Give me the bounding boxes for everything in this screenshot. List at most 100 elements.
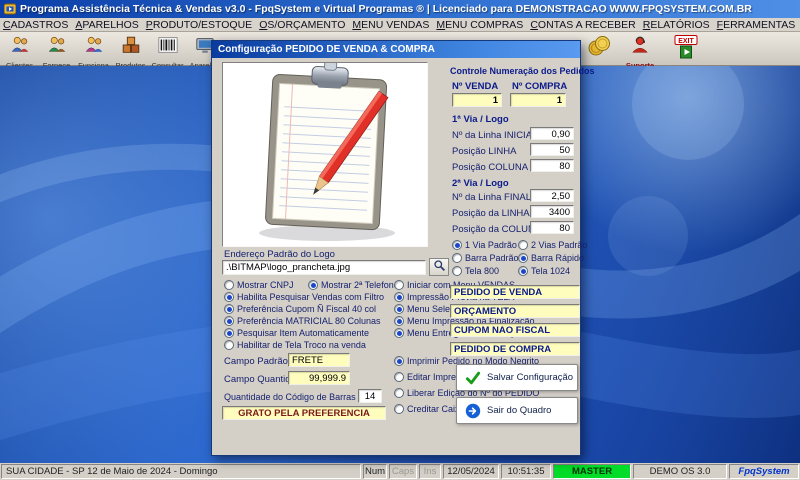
green-check-icon [465,370,481,386]
numero-venda-label: Nº VENDA [452,81,498,92]
radio-icon [224,280,234,290]
radio-icon [394,372,404,382]
status-time: 10:51:35 [501,464,551,479]
via1-posicao-coluna-label: Posição COLUNA [452,162,528,173]
save-config-label: Salvar Configuração [487,372,573,383]
campo-quantidade-input[interactable]: 99,999.9 [288,371,350,385]
status-ins-indicator: Ins [419,464,441,479]
radio-icon [394,404,404,414]
exit-dialog-button[interactable]: Sair do Quadro [456,397,578,424]
numero-compra-input[interactable]: 1 [510,93,566,107]
via2-posicao-linha-label: Posição da LINHA [452,208,530,219]
menu-aparelhos[interactable]: APARELHOS [75,19,138,31]
toolbar-exit-button[interactable]: EXIT [666,33,706,65]
boxes-icon [120,34,142,61]
radio-icon [224,340,234,350]
menu-bar: CADASTROS APARELHOS PRODUTO/ESTOQUE OS/O… [0,18,800,32]
menu-menu-compras[interactable]: MENU COMPRAS [436,19,523,31]
clipboard-image [222,62,428,247]
employees-people-icon [83,34,105,61]
radio-icon [394,292,404,302]
via2-posicao-linha-input[interactable]: 3400 [530,205,574,218]
option-mostrar-cnpj[interactable]: Mostrar CNPJ [224,280,294,290]
status-brand: FpqSystem [729,464,799,479]
browse-logo-button[interactable] [429,258,449,276]
save-config-button[interactable]: Salvar Configuração [456,364,578,391]
option-1-via-padrao[interactable]: 1 Via Padrão [452,240,517,250]
numero-compra-label: Nº COMPRA [512,81,567,92]
campo-padrao-input[interactable]: FRETE [288,353,350,367]
via1-posicao-linha-label: Posição LINHA [452,146,516,157]
campo-barras-label: Quantidade do Código de Barras [224,392,356,402]
option-barra-padrao[interactable]: Barra Padrão [452,253,519,263]
option-tela-800[interactable]: Tela 800 [452,266,499,276]
via1-posicao-coluna-input[interactable]: 80 [530,159,574,172]
via2-posicao-coluna-input[interactable]: 80 [530,221,574,234]
config-dialog: Configuração PEDIDO DE VENDA & COMPRA [211,40,581,456]
option-cupom-nao-fiscal-40col[interactable]: Preferência Cupom Ñ Fiscal 40 col [224,304,376,314]
radio-icon [452,266,462,276]
blue-arrow-icon [465,403,481,419]
radio-icon [518,253,528,263]
menu-relatorios[interactable]: RELATÓRIOS [643,19,710,31]
menu-contas-a-receber[interactable]: CONTAS A RECEBER [530,19,635,31]
option-pesquisar-item-automaticamente[interactable]: Pesquisar Item Automaticamente [224,328,369,338]
option-matricial-80-colunas[interactable]: Preferência MATRICIAL 80 Colunas [224,316,381,326]
option-tela-troco-venda[interactable]: Habilitar de Tela Troco na venda [224,340,366,350]
menu-os-orcamento[interactable]: OS/ORÇAMENTO [259,19,345,31]
status-version: DEMO OS 3.0 [633,464,727,479]
option-mostrar-2-telefone[interactable]: Mostrar 2ª Telefone [308,280,399,290]
via2-linha-final-label: Nº da Linha FINAL [452,192,531,203]
toolbar-clientes-button[interactable]: Clientes [2,33,37,65]
status-caps-indicator: Caps [389,464,417,479]
campo-barras-input[interactable]: 14 [358,389,382,403]
doc-field-cupom-nao-fiscal[interactable]: CUPOM NAO FISCAL [450,323,580,337]
via1-posicao-linha-input[interactable]: 50 [530,143,574,156]
toolbar-produtos-button[interactable]: Produtos [113,33,148,65]
exit-dialog-label: Sair do Quadro [487,405,551,416]
toolbar-funcionarios-button[interactable]: Funciona [76,33,111,65]
svg-text:EXIT: EXIT [678,37,694,44]
option-barra-rapido[interactable]: Barra Rápido [518,253,584,263]
toolbar-suporte-button[interactable]: Suporte [622,33,658,65]
radio-icon [224,328,234,338]
toolbar-consultar-button[interactable]: Consultar [150,33,185,65]
radio-icon [394,388,404,398]
via1-header: 1ª Via / Logo [452,114,509,125]
window-titlebar: Programa Assistência Técnica & Vendas v3… [0,0,800,18]
doc-field-pedido-de-compra[interactable]: PEDIDO DE COMPRA [450,342,580,356]
clients-people-icon [9,34,31,61]
dialog-titlebar[interactable]: Configuração PEDIDO DE VENDA & COMPRA [212,41,580,58]
option-2-vias-padrao[interactable]: 2 Vias Padrão [518,240,587,250]
radio-icon [224,304,234,314]
radio-icon [394,316,404,326]
radio-icon [452,240,462,250]
via1-linha-inicial-label: Nº da Linha INICIAL [452,130,537,141]
doc-field-pedido-de-venda[interactable]: PEDIDO DE VENDA [450,285,580,299]
option-tela-1024[interactable]: Tela 1024 [518,266,570,276]
radio-icon [518,240,528,250]
menu-menu-vendas[interactable]: MENU VENDAS [352,19,429,31]
doc-field-orcamento[interactable]: ORÇAMENTO [450,304,580,318]
radio-icon [518,266,528,276]
campo-padrao-label: Campo Padrão [224,356,288,367]
logo-path-input[interactable]: .\BITMAP\logo_prancheta.jpg [222,260,426,275]
radio-icon [308,280,318,290]
numbering-header: Controle Numeração dos Pedidos [450,66,595,76]
menu-cadastros[interactable]: CADASTROS [3,19,68,31]
numero-venda-input[interactable]: 1 [452,93,502,107]
status-num-indicator: Num [363,464,387,479]
radio-icon [394,328,404,338]
menu-ferramentas[interactable]: FERRAMENTAS [717,19,796,31]
menu-produto-estoque[interactable]: PRODUTO/ESTOQUE [146,19,252,31]
via1-linha-inicial-input[interactable]: 0,90 [530,127,574,140]
toolbar-fornecedores-button[interactable]: Fornece [39,33,74,65]
via2-posicao-coluna-label: Posição da COLUNA [452,224,541,235]
status-user-badge: MASTER [553,464,631,479]
suppliers-people-icon [46,34,68,61]
toolbar-caixa-button[interactable] [584,33,614,65]
logo-path-label: Endereço Padrão do Logo [224,249,335,260]
via2-linha-final-input[interactable]: 2,50 [530,189,574,202]
status-location: SUA CIDADE - SP 12 de Maio de 2024 - Dom… [1,464,361,479]
option-pesquisar-vendas-filtro[interactable]: Habilita Pesquisar Vendas com Filtro [224,292,384,302]
